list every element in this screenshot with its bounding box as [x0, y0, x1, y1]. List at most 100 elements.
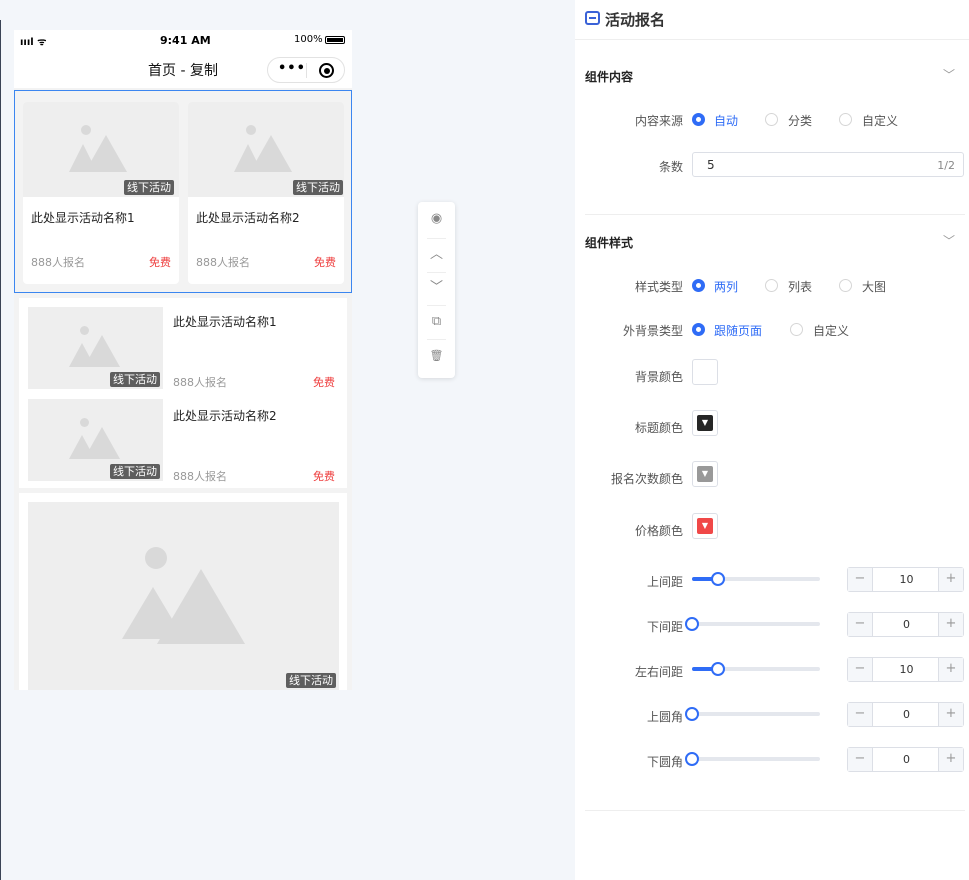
radio-button[interactable]: [839, 279, 852, 292]
toolbar-divider: [427, 238, 446, 239]
margin-top-stepper[interactable]: − 10 +: [847, 567, 964, 592]
activity-tag: 线下活动: [124, 180, 174, 195]
battery-percent: 100%: [294, 34, 323, 45]
margin-top-label: 上间距: [646, 575, 683, 589]
count-color-label: 报名次数颜色: [610, 472, 683, 486]
count-counter: 1/2: [937, 159, 955, 172]
decrement-button[interactable]: −: [848, 748, 873, 771]
margin-side-slider[interactable]: [692, 662, 820, 676]
radio-button[interactable]: [765, 279, 778, 292]
margin-bottom-slider[interactable]: [685, 617, 820, 631]
activity-card[interactable]: 线下活动 此处显示活动名称2 888人报名 免费: [188, 102, 344, 284]
activity-module-list[interactable]: 线下活动 此处显示活动名称1 888人报名 免费 线下活动 此处显示活动名称2 …: [19, 298, 347, 488]
trash-icon[interactable]: 🗑: [418, 341, 455, 371]
collapse-chevron-icon[interactable]: ﹀: [943, 66, 955, 83]
style-type-label: 样式类型: [634, 280, 683, 294]
signal-icon: ıııl ᯤ: [20, 37, 47, 48]
activity-card[interactable]: 线下活动 此处显示活动名称1 888人报名 免费: [23, 102, 179, 284]
increment-button[interactable]: +: [938, 658, 963, 681]
radius-top-label: 上圆角: [646, 710, 683, 724]
radio-button[interactable]: [692, 113, 705, 126]
activity-icon: [585, 11, 600, 25]
nav-bar: 首页 - 复制 •••: [14, 52, 352, 88]
phone-preview: ıııl ᯤ 9:41 AM 100% 首页 - 复制 ••• 线下活动 此处显…: [14, 30, 352, 690]
status-time: 9:41 AM: [160, 34, 211, 47]
radio-button[interactable]: [692, 279, 705, 292]
list-item[interactable]: 线下活动 此处显示活动名称1 888人报名 免费: [19, 298, 347, 393]
chevron-down-icon[interactable]: ﹀: [418, 273, 455, 303]
image-placeholder: 线下活动: [188, 102, 344, 197]
bg-color-label: 背景颜色: [634, 370, 683, 384]
radius-top-slider[interactable]: [685, 707, 820, 721]
activity-module-big-image[interactable]: 线下活动: [19, 493, 347, 690]
image-placeholder: 线下活动: [28, 502, 339, 690]
close-target-icon[interactable]: [319, 63, 334, 78]
chevron-down-icon: ▼: [701, 469, 709, 478]
stepper-value[interactable]: 0: [873, 613, 940, 636]
section-title-content: 组件内容: [585, 70, 634, 84]
radius-bottom-stepper[interactable]: − 0 +: [847, 747, 964, 772]
slider-handle[interactable]: [685, 752, 699, 766]
decrement-button[interactable]: −: [848, 568, 873, 591]
margin-bottom-stepper[interactable]: − 0 +: [847, 612, 964, 637]
radius-bottom-slider[interactable]: [685, 752, 820, 766]
count-value: 5: [707, 158, 715, 172]
activity-title: 此处显示活动名称1: [173, 315, 277, 329]
list-item[interactable]: 线下活动 此处显示活动名称2 888人报名 免费: [19, 390, 347, 485]
price-color-label: 价格颜色: [634, 524, 683, 538]
bg-color-picker[interactable]: [692, 359, 718, 385]
decrement-button[interactable]: −: [848, 658, 873, 681]
increment-button[interactable]: +: [938, 703, 963, 726]
image-icon-mountain-large: [84, 335, 120, 367]
increment-button[interactable]: +: [938, 748, 963, 771]
increment-button[interactable]: +: [938, 568, 963, 591]
activity-module-two-column[interactable]: 线下活动 此处显示活动名称1 888人报名 免费 线下活动 此处显示活动名称2 …: [14, 90, 352, 293]
radio-button[interactable]: [692, 323, 705, 336]
radius-top-stepper[interactable]: − 0 +: [847, 702, 964, 727]
radio-label: 大图: [862, 280, 887, 294]
stepper-value[interactable]: 10: [873, 568, 940, 591]
activity-tag: 线下活动: [293, 180, 343, 195]
slider-handle[interactable]: [710, 662, 725, 676]
canvas-edge: [0, 20, 1, 880]
section-divider: [585, 214, 965, 215]
copy-icon[interactable]: ⧉: [418, 307, 455, 337]
stepper-value[interactable]: 10: [873, 658, 940, 681]
stepper-value[interactable]: 0: [873, 703, 940, 726]
price-color-picker[interactable]: ▼: [692, 513, 718, 539]
more-icon[interactable]: •••: [278, 61, 306, 76]
panel-title: 活动报名: [605, 11, 666, 29]
mini-program-capsule[interactable]: •••: [267, 57, 345, 83]
count-color-picker[interactable]: ▼: [692, 461, 718, 487]
image-icon-mountain-large: [85, 135, 127, 172]
chevron-down-icon: ▼: [701, 418, 709, 427]
stepper-value[interactable]: 0: [873, 748, 940, 771]
margin-top-slider[interactable]: [692, 572, 820, 586]
decrement-button[interactable]: −: [848, 703, 873, 726]
eye-icon[interactable]: ◉: [418, 204, 455, 234]
radio-button[interactable]: [790, 323, 803, 336]
price-label: 免费: [313, 376, 335, 389]
title-color-picker[interactable]: ▼: [692, 410, 718, 436]
slider-handle[interactable]: [685, 617, 699, 631]
slider-handle[interactable]: [710, 572, 725, 586]
radio-label: 自定义: [813, 324, 850, 338]
price-label: 免费: [314, 256, 336, 269]
radio-button[interactable]: [839, 113, 852, 126]
image-placeholder: 线下活动: [28, 399, 163, 481]
count-input[interactable]: 5 1/2: [692, 152, 964, 177]
chevron-up-icon[interactable]: ︿: [418, 240, 455, 270]
activity-tag: 线下活动: [286, 673, 336, 688]
radio-button[interactable]: [765, 113, 778, 126]
radio-label: 两列: [714, 280, 739, 294]
image-icon-mountain-large: [84, 427, 120, 459]
status-bar: ıııl ᯤ 9:41 AM 100%: [14, 30, 352, 52]
settings-panel: 活动报名 组件内容 ﹀ 内容来源 自动 分类 自定义 条数 5 1/2 组件样式…: [575, 0, 969, 880]
collapse-chevron-icon[interactable]: ﹀: [943, 232, 955, 249]
decrement-button[interactable]: −: [848, 613, 873, 636]
margin-side-stepper[interactable]: − 10 +: [847, 657, 964, 682]
slider-handle[interactable]: [685, 707, 699, 721]
increment-button[interactable]: +: [938, 613, 963, 636]
preview-canvas: ıııl ᯤ 9:41 AM 100% 首页 - 复制 ••• 线下活动 此处显…: [0, 0, 575, 880]
activity-tag: 线下活动: [110, 372, 160, 387]
